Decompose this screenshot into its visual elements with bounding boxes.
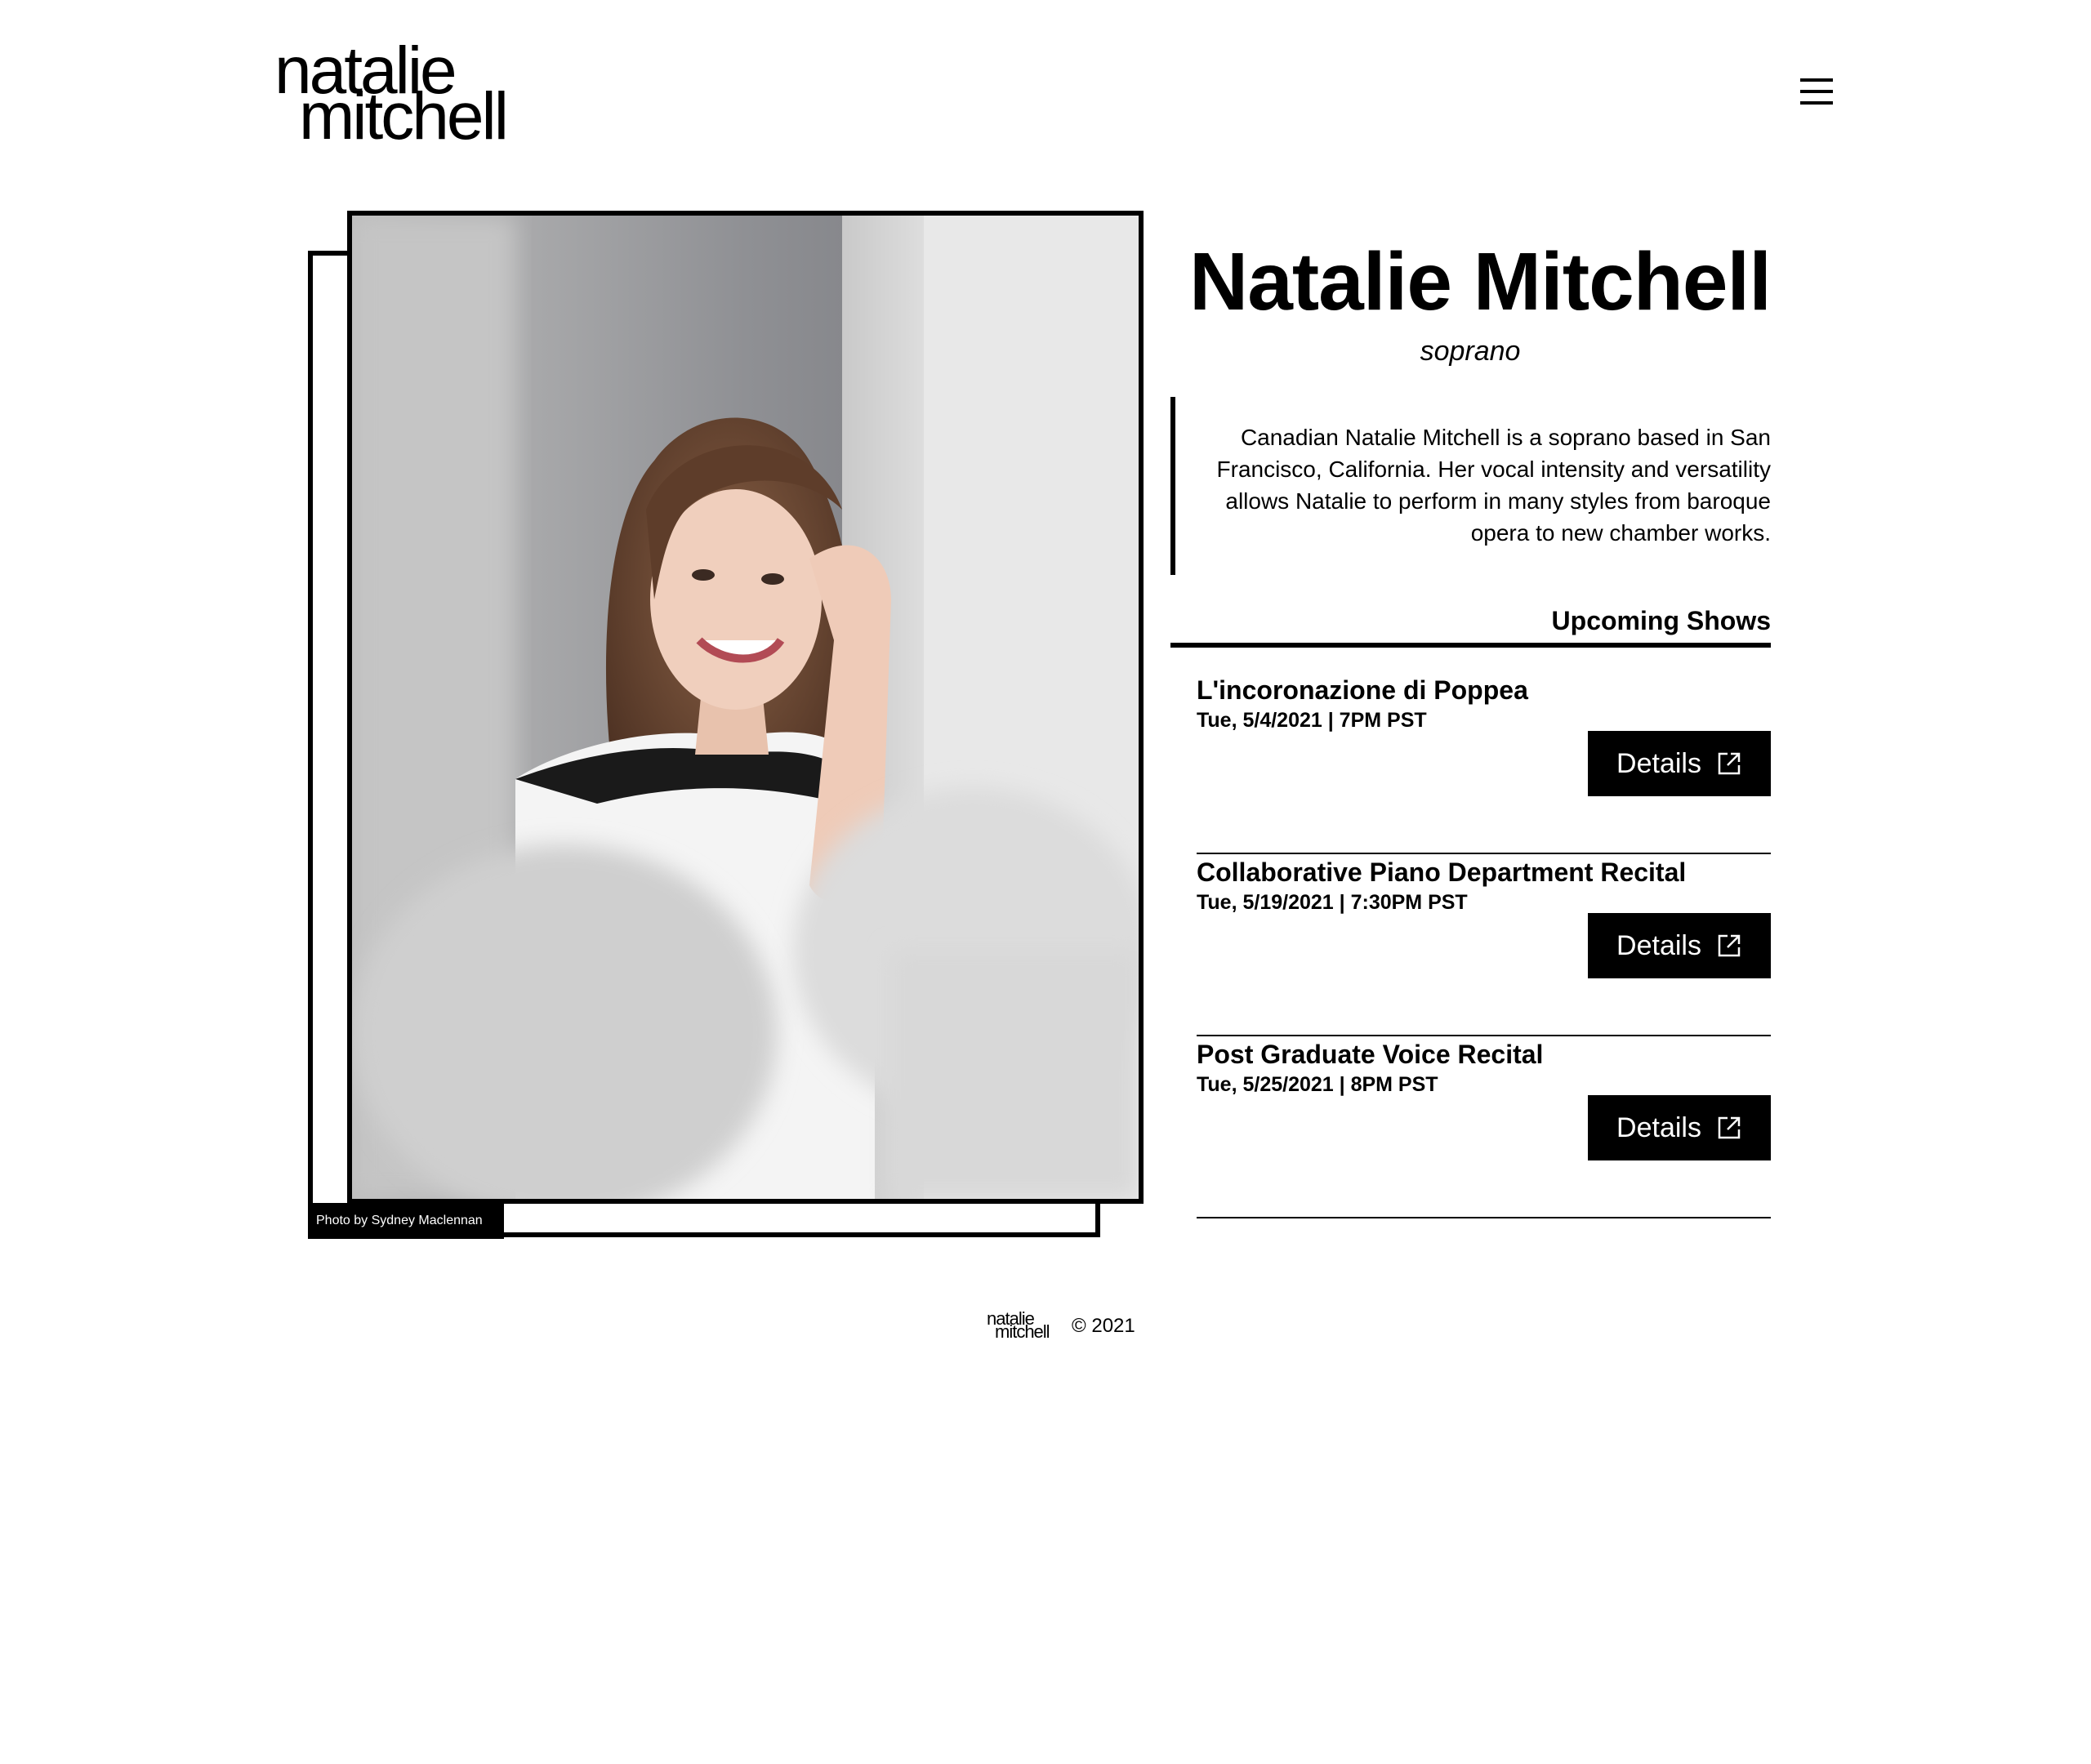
site-logo[interactable]: natalie mitchell	[274, 38, 536, 150]
show-date: Tue, 5/4/2021 | 7PM PST	[1197, 709, 1427, 732]
details-button[interactable]: Details	[1588, 913, 1771, 978]
show-divider	[1197, 1217, 1771, 1218]
footer-logo-line-2: mitchell	[995, 1321, 1050, 1342]
bio-accent-bar	[1170, 397, 1175, 575]
show-item: Post Graduate Voice Recital Tue, 5/25/20…	[1197, 1036, 1771, 1218]
details-button[interactable]: Details	[1588, 1095, 1771, 1160]
details-button-label: Details	[1616, 1111, 1701, 1143]
show-item: Collaborative Piano Department Recital T…	[1197, 854, 1771, 1036]
portrait-illustration	[352, 216, 1139, 1199]
details-button-label: Details	[1616, 747, 1701, 779]
portrait-photo	[347, 211, 1144, 1204]
external-link-icon	[1718, 1116, 1741, 1139]
show-title: L'incoronazione di Poppea	[1197, 675, 1528, 705]
external-link-icon	[1718, 752, 1741, 775]
show-date: Tue, 5/25/2021 | 8PM PST	[1197, 1073, 1438, 1096]
upcoming-shows-heading: Upcoming Shows	[1551, 606, 1771, 635]
show-title: Post Graduate Voice Recital	[1197, 1040, 1544, 1069]
photo-credit: Photo by Sydney Maclennan	[308, 1203, 504, 1239]
page-title: Natalie Mitchell	[1189, 236, 1772, 327]
details-button[interactable]: Details	[1588, 731, 1771, 796]
copyright-text: © 2021	[1072, 1315, 1135, 1337]
details-button-label: Details	[1616, 929, 1701, 961]
logo-line-2: mitchell	[299, 79, 509, 154]
show-title: Collaborative Piano Department Recital	[1197, 858, 1687, 887]
bio-text: Canadian Natalie Mitchell is a soprano b…	[1216, 425, 1771, 546]
footer: natalie mitchell © 2021	[987, 1310, 1150, 1343]
footer-logo[interactable]: natalie mitchell	[987, 1310, 1068, 1343]
hamburger-menu-icon[interactable]	[1800, 78, 1836, 108]
show-item: L'incoronazione di Poppea Tue, 5/4/2021 …	[1197, 672, 1771, 854]
heading-divider	[1170, 643, 1771, 648]
external-link-icon	[1718, 934, 1741, 957]
show-date: Tue, 5/19/2021 | 7:30PM PST	[1197, 891, 1468, 914]
voice-type: soprano	[1420, 336, 1521, 367]
